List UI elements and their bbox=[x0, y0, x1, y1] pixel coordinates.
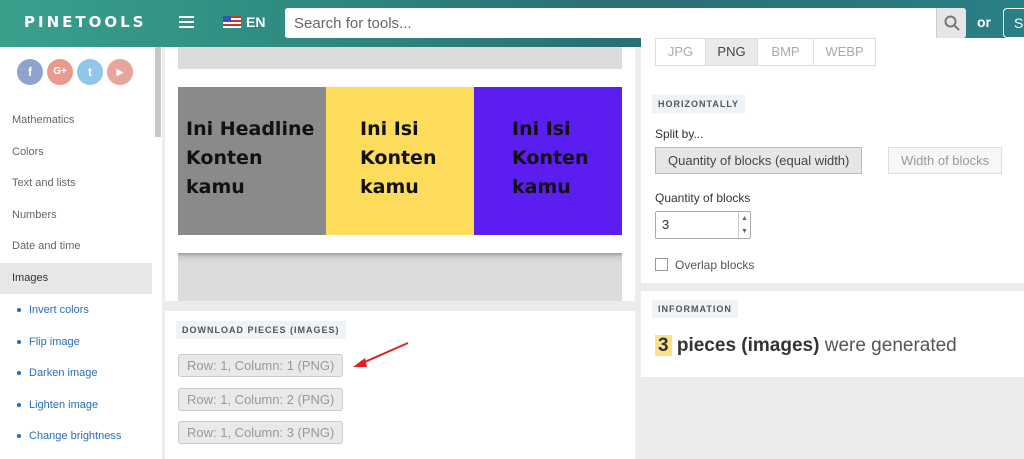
generated-text: were generated bbox=[824, 335, 957, 356]
search-icon bbox=[944, 15, 960, 31]
facebook-icon[interactable]: f bbox=[17, 59, 43, 85]
pieces-count: 3 bbox=[655, 335, 672, 356]
split-by-quantity-button[interactable]: Quantity of blocks (equal width) bbox=[655, 147, 863, 174]
search-bar bbox=[285, 8, 966, 38]
logo[interactable]: PINETOOLS bbox=[24, 13, 146, 31]
format-bmp[interactable]: BMP bbox=[757, 38, 814, 66]
sidebar: f G+ t ▶ Mathematics Colors Text and lis… bbox=[0, 47, 162, 459]
menu-icon[interactable] bbox=[179, 16, 194, 28]
quantity-spinner[interactable]: ▲ ▼ bbox=[738, 212, 750, 238]
sidebar-subitem-darken-image[interactable]: Darken image bbox=[0, 365, 152, 381]
options-panel: JPG PNG BMP WEBP HORIZONTALLY Split by..… bbox=[641, 38, 1024, 283]
sidebar-subitem-change-brightness[interactable]: Change brightness bbox=[0, 428, 152, 444]
spin-down-icon[interactable]: ▼ bbox=[739, 225, 750, 238]
split-by-width-button[interactable]: Width of blocks bbox=[888, 147, 1003, 174]
split-by-label: Split by... bbox=[655, 127, 704, 141]
split-image-preview: Ini Headline Konten kamu Ini Isi Konten … bbox=[178, 87, 622, 235]
overlap-checkbox[interactable] bbox=[655, 258, 668, 271]
red-arrow-annotation bbox=[353, 342, 409, 367]
sidebar-item-mathematics[interactable]: Mathematics bbox=[0, 105, 152, 136]
format-webp[interactable]: WEBP bbox=[813, 38, 876, 66]
signup-button[interactable]: S bbox=[1003, 8, 1024, 38]
preview-separator-bottom bbox=[178, 253, 622, 301]
quantity-label: Quantity of blocks bbox=[655, 191, 751, 205]
image-piece-1-text: Ini Headline Konten kamu bbox=[186, 118, 315, 198]
sidebar-subitem-flip-image[interactable]: Flip image bbox=[0, 334, 152, 350]
sidebar-item-images[interactable]: Images bbox=[0, 263, 152, 294]
image-piece-2: Ini Isi Konten kamu bbox=[326, 87, 474, 235]
download-piece-2-button[interactable]: Row: 1, Column: 2 (PNG) bbox=[178, 388, 344, 411]
language-selector[interactable]: EN bbox=[246, 14, 265, 30]
search-button[interactable] bbox=[936, 8, 966, 38]
download-title: DOWNLOAD PIECES (IMAGES) bbox=[176, 321, 346, 339]
or-text: or bbox=[977, 14, 991, 30]
sidebar-item-text-and-lists[interactable]: Text and lists bbox=[0, 168, 152, 199]
download-piece-3-button[interactable]: Row: 1, Column: 3 (PNG) bbox=[178, 421, 344, 444]
spin-up-icon[interactable]: ▲ bbox=[739, 212, 750, 225]
preview-separator-top bbox=[178, 47, 622, 69]
sidebar-subitem-invert-colors[interactable]: Invert colors bbox=[0, 302, 152, 318]
format-png[interactable]: PNG bbox=[705, 38, 758, 66]
quantity-value: 3 bbox=[662, 217, 670, 232]
image-piece-1: Ini Headline Konten kamu bbox=[178, 87, 326, 235]
overlap-label: Overlap blocks bbox=[675, 258, 755, 272]
search-input[interactable] bbox=[285, 8, 935, 38]
sidebar-item-colors[interactable]: Colors bbox=[0, 137, 152, 168]
download-panel: DOWNLOAD PIECES (IMAGES) Row: 1, Column:… bbox=[165, 311, 635, 459]
pieces-label: pieces (images) bbox=[676, 335, 820, 356]
youtube-icon[interactable]: ▶ bbox=[107, 59, 133, 85]
information-title: INFORMATION bbox=[652, 300, 738, 318]
information-text: 3 pieces (images) were generated bbox=[655, 335, 957, 357]
quantity-stepper[interactable]: 3 ▲ ▼ bbox=[655, 211, 751, 239]
image-piece-3-text: Ini Isi Konten kamu bbox=[512, 118, 589, 198]
format-jpg[interactable]: JPG bbox=[655, 38, 706, 66]
twitter-icon[interactable]: t bbox=[77, 59, 103, 85]
horizontally-title: HORIZONTALLY bbox=[652, 95, 745, 113]
sidebar-item-numbers[interactable]: Numbers bbox=[0, 200, 152, 231]
sidebar-item-date-and-time[interactable]: Date and time bbox=[0, 231, 152, 262]
image-piece-2-text: Ini Isi Konten kamu bbox=[360, 118, 437, 198]
sidebar-scrollbar[interactable] bbox=[155, 47, 161, 137]
image-piece-3: Ini Isi Konten kamu bbox=[474, 87, 622, 235]
information-panel: INFORMATION 3 pieces (images) were gener… bbox=[641, 291, 1024, 377]
sidebar-subitem-lighten-image[interactable]: Lighten image bbox=[0, 397, 152, 413]
image-preview-panel: Ini Headline Konten kamu Ini Isi Konten … bbox=[165, 47, 635, 301]
download-piece-1-button[interactable]: Row: 1, Column: 1 (PNG) bbox=[178, 354, 344, 377]
us-flag-icon[interactable] bbox=[223, 16, 241, 28]
google-plus-icon[interactable]: G+ bbox=[47, 59, 73, 85]
